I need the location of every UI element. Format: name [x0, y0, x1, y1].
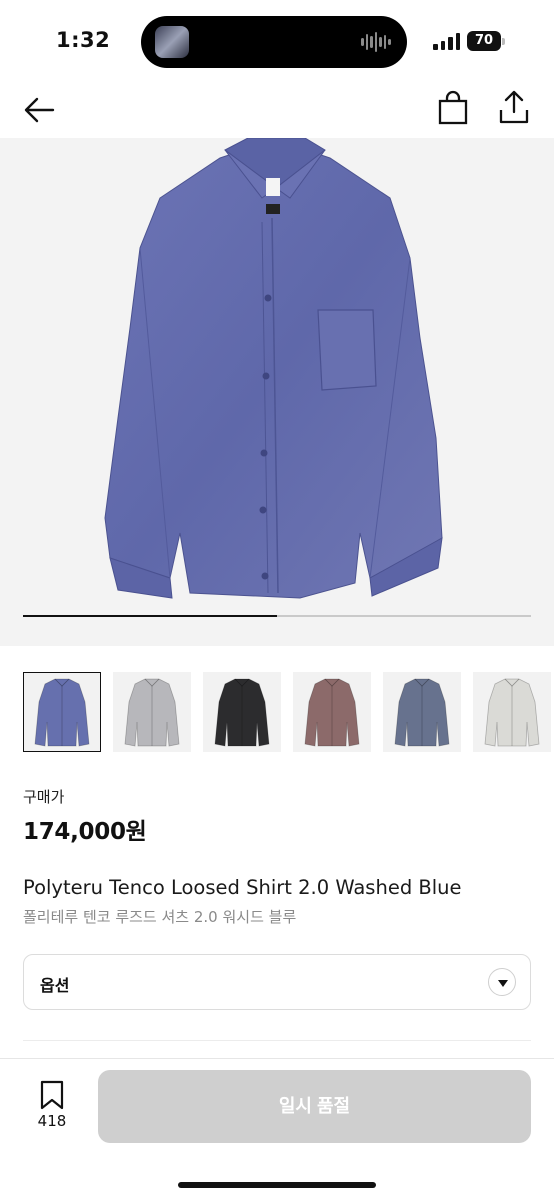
back-button[interactable] [22, 92, 58, 128]
sold-out-button[interactable]: 일시 품절 [98, 1070, 531, 1143]
thumbnail-3[interactable] [203, 672, 281, 752]
thumbnail-shirt-image [214, 678, 270, 747]
thumbnail-1[interactable] [23, 672, 101, 752]
thumbnail-2[interactable] [113, 672, 191, 752]
bookmark-icon [40, 1080, 64, 1110]
shopping-bag-icon [438, 90, 468, 125]
cellular-signal-icon [433, 32, 461, 50]
option-label: 옵션 [40, 976, 70, 995]
home-indicator [178, 1182, 376, 1188]
audio-waveform-icon [361, 32, 392, 52]
wishlist-button[interactable]: 418 [32, 1080, 72, 1132]
now-playing-artwork [155, 26, 189, 58]
thumbnail-6[interactable] [473, 672, 551, 752]
thumbnail-shirt-image [34, 678, 90, 747]
thumbnail-shirt-image [304, 678, 360, 747]
divider [23, 1040, 531, 1041]
sold-out-label: 일시 품절 [278, 1096, 351, 1116]
price-label: 구매가 [23, 788, 65, 806]
status-bar: 1:32 70 [0, 0, 554, 84]
product-title: Polyteru Tenco Loosed Shirt 2.0 Washed B… [23, 876, 462, 899]
chevron-down-icon [488, 968, 516, 996]
thumbnail-shirt-image [484, 678, 540, 747]
share-icon [499, 90, 529, 124]
thumbnail-shirt-image [394, 678, 450, 747]
top-nav [0, 84, 554, 138]
battery-level: 70 [467, 31, 501, 51]
image-progress-indicator [23, 614, 277, 617]
product-image-carousel[interactable] [0, 138, 554, 646]
thumbnail-shirt-image [124, 678, 180, 747]
thumbnail-5[interactable] [383, 672, 461, 752]
option-select[interactable]: 옵션 [23, 954, 531, 1010]
divider [0, 1058, 554, 1059]
share-button[interactable] [496, 88, 532, 126]
thumbnail-4[interactable] [293, 672, 371, 752]
dynamic-island [141, 16, 407, 68]
cart-button[interactable] [436, 90, 470, 126]
wishlist-count: 418 [37, 1112, 67, 1130]
price-value: 174,000원 [23, 819, 147, 845]
shirt-image [104, 138, 443, 599]
status-time: 1:32 [56, 28, 111, 52]
battery-icon: 70 [467, 31, 505, 51]
arrow-left-icon [24, 97, 55, 123]
thumbnail-strip [23, 672, 554, 754]
image-progress-track [23, 614, 531, 617]
product-subtitle: 폴리테루 텐코 루즈드 셔츠 2.0 워시드 블루 [23, 908, 297, 926]
